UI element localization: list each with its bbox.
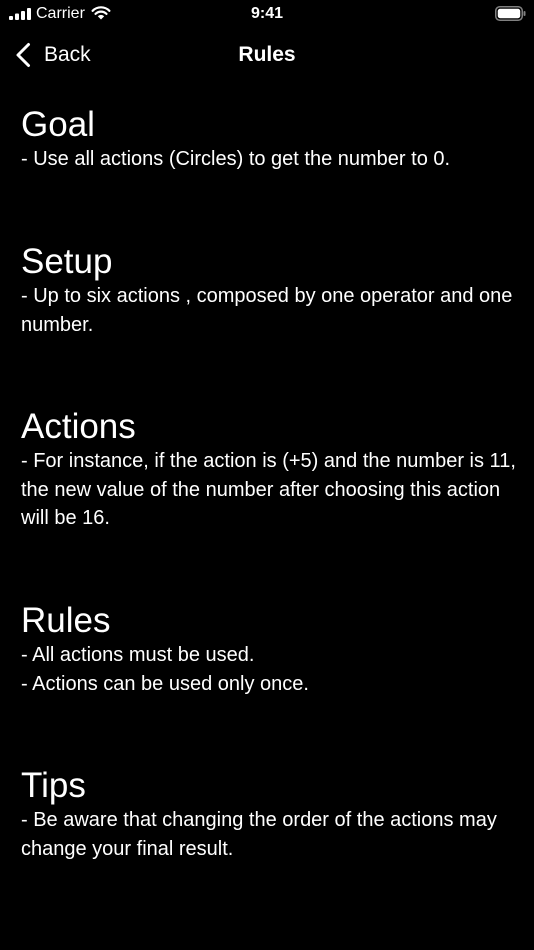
- section-actions: Actions - For instance, if the action is…: [21, 407, 516, 533]
- section-text: - Actions can be used only once.: [21, 672, 309, 695]
- section-title: Actions: [21, 407, 136, 446]
- section-title: Tips: [21, 766, 86, 805]
- section-rules: Rules - All actions must be used. - Acti…: [21, 601, 516, 698]
- section-text: - Use all actions (Circles) to get the n…: [21, 148, 451, 170]
- navigation-bar: Back Rules: [0, 30, 534, 80]
- section-text: - Be aware that changing the order of th…: [21, 809, 497, 860]
- section-goal: Goal - Use all actions (Circles) to get …: [21, 105, 516, 174]
- section-title: Rules: [21, 601, 111, 640]
- section-title: Goal: [21, 105, 95, 144]
- status-bar: Carrier 9:41: [0, 0, 534, 30]
- section-text: - All actions must be used.: [21, 644, 255, 666]
- section-title: Setup: [21, 242, 113, 281]
- page-title: Rules: [238, 43, 296, 66]
- section-text: - For instance, if the action is (+5) an…: [21, 450, 516, 529]
- battery-icon: [495, 6, 526, 21]
- section-tips: Tips - Be aware that changing the order …: [21, 766, 516, 863]
- section-text: - Up to six actions , composed by one op…: [21, 285, 513, 336]
- section-setup: Setup - Up to six actions , composed by …: [21, 242, 516, 339]
- status-time: 9:41: [250, 5, 284, 22]
